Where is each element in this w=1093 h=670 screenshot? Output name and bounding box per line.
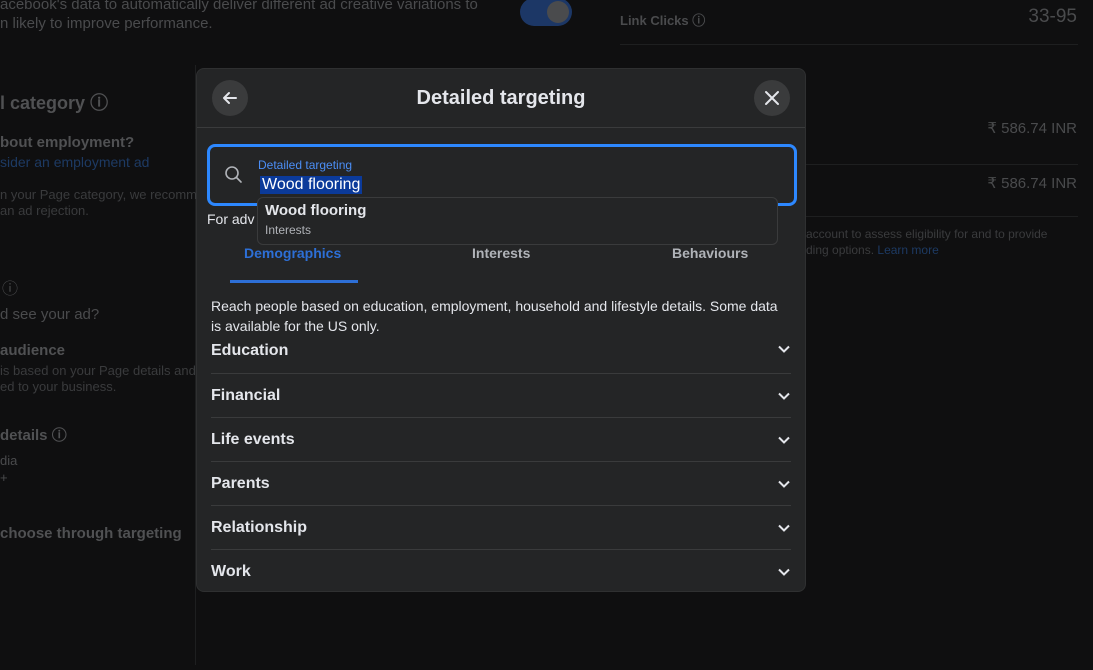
bg-age: + [0, 470, 8, 485]
category-label: Parents [211, 474, 270, 492]
bg-audience: audience [0, 342, 66, 359]
chevron-down-icon [778, 436, 790, 444]
detailed-targeting-modal: Detailed targeting Detailed targeting Wo… [196, 68, 806, 592]
bg-aud-desc1: is based on your Page details and wil [0, 363, 215, 378]
info-icon: ⓘ [51, 427, 67, 444]
category-label: Education [211, 342, 289, 359]
hint-text: For adv [207, 211, 255, 227]
bg-link-clicks-value: 33-95 [1028, 6, 1077, 27]
bg-amount1: ₹ 586.74 INR [987, 120, 1077, 137]
tab-interests[interactable]: Interests [472, 245, 530, 261]
bg-employment-q: bout employment? [0, 134, 135, 151]
chevron-down-icon [778, 480, 790, 488]
modal-title: Detailed targeting [416, 87, 586, 109]
help-icon: ⓘ [2, 281, 19, 298]
bg-note2: ding options. Learn more [806, 243, 939, 257]
category-list: Education Financial Life events Parents … [211, 331, 791, 594]
active-tab-indicator [230, 280, 358, 283]
category-label: Relationship [211, 518, 308, 536]
bg-see-ad: d see your ad? [0, 306, 100, 323]
bg-category-heading: l category ⓘ [0, 89, 108, 115]
modal-header: Detailed targeting [197, 69, 805, 128]
category-row-life-events[interactable]: Life events [211, 418, 791, 462]
category-row-parents[interactable]: Parents [211, 462, 791, 506]
dynamic-creative-toggle[interactable] [520, 0, 572, 26]
chevron-down-icon [778, 568, 790, 576]
chevron-down-icon [778, 524, 790, 532]
search-value[interactable]: Wood flooring [260, 176, 363, 194]
bg-pagecat1: n your Page category, we recomme [0, 187, 205, 202]
bg-location: dia [0, 453, 18, 468]
chevron-down-icon [778, 392, 790, 400]
close-button[interactable] [754, 80, 790, 116]
tab-behaviours[interactable]: Behaviours [672, 245, 748, 261]
tab-demographics[interactable]: Demographics [244, 245, 341, 261]
bg-pagecat2: an ad rejection. [0, 203, 89, 218]
bg-amount2: ₹ 586.74 INR [987, 175, 1077, 192]
bg-employment-link[interactable]: sider an employment ad [0, 154, 149, 170]
category-row-work[interactable]: Work [211, 550, 791, 594]
category-row-education[interactable]: Education [211, 331, 791, 374]
bg-note1: account to assess eligibility for and to… [806, 227, 1048, 241]
category-label: Work [211, 563, 251, 580]
close-icon [765, 91, 779, 105]
category-label: Life events [211, 430, 295, 448]
link-clicks-label: Link Clicks [620, 13, 689, 28]
bg-choose: choose through targeting [0, 525, 182, 542]
bg-details: details ⓘ [0, 424, 67, 445]
bg-link-clicks: Link Clicks ⓘ [620, 10, 705, 29]
bg-details-text: details [0, 427, 48, 444]
bg-desc-line2: n likely to improve performance. [0, 15, 213, 32]
suggestion-name: Wood flooring [265, 202, 367, 219]
tab-description: Reach people based on education, employm… [211, 298, 778, 334]
help-icon: ⓘ [90, 93, 109, 113]
search-label: Detailed targeting [258, 158, 353, 172]
bg-aud-desc2: ed to your business. [0, 379, 117, 394]
suggestion-category: Interests [265, 223, 312, 237]
bg-note2-text: ding options. [806, 243, 875, 257]
suggestion-dropdown-item[interactable]: Wood flooring Interests [257, 197, 778, 245]
learn-more-link[interactable]: Learn more [877, 243, 938, 257]
bg-desc-line1: acebook's data to automatically deliver … [0, 0, 478, 13]
category-row-relationship[interactable]: Relationship [211, 506, 791, 550]
search-icon [225, 166, 242, 183]
category-row-financial[interactable]: Financial [211, 374, 791, 418]
chevron-down-icon [778, 345, 790, 353]
info-icon: ⓘ [692, 13, 706, 28]
bg-category-text: l category [0, 93, 86, 113]
category-label: Financial [211, 386, 281, 404]
